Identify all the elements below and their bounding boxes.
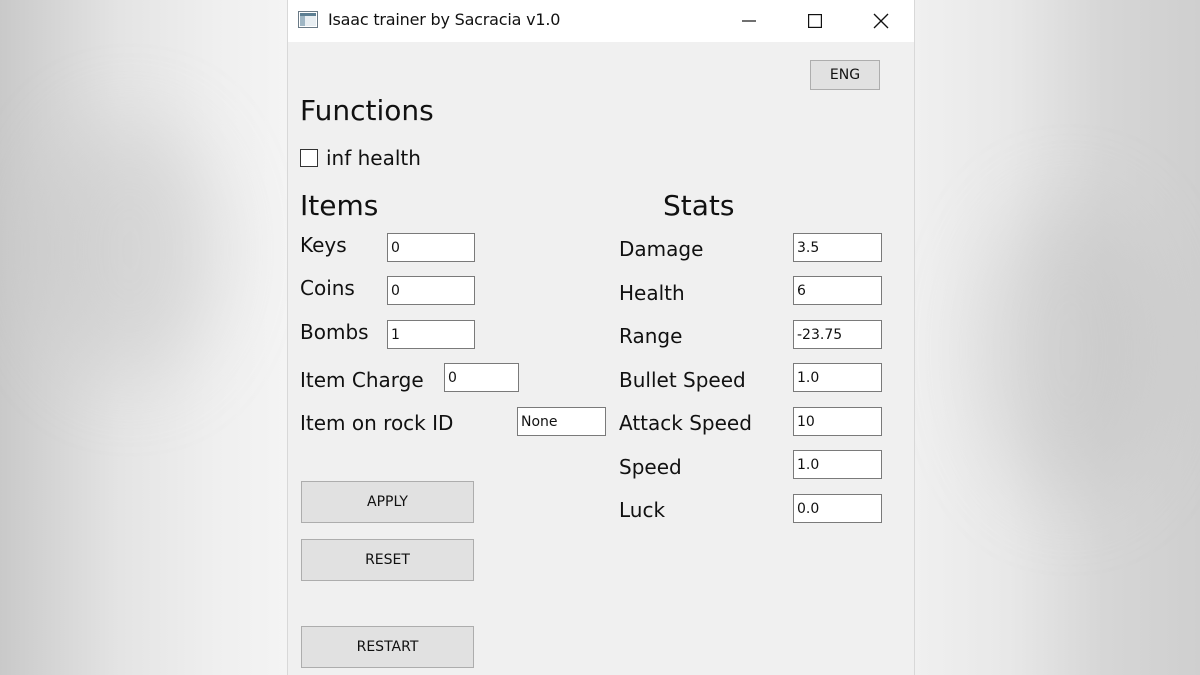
coins-label: Coins — [300, 276, 355, 300]
language-button[interactable]: ENG — [810, 60, 880, 90]
bombs-field[interactable] — [387, 320, 475, 349]
item-on-rock-id-input[interactable] — [521, 412, 602, 432]
apply-button[interactable]: APPLY — [301, 481, 474, 523]
bombs-input[interactable] — [391, 325, 471, 345]
bullet-speed-field[interactable] — [793, 363, 882, 392]
inf-health-label: inf health — [326, 146, 421, 170]
restart-button[interactable]: RESTART — [301, 626, 474, 668]
speed-label: Speed — [619, 455, 682, 479]
close-icon — [873, 13, 889, 29]
trainer-window: Isaac trainer by Sacracia v1.0 ENG Funct… — [287, 0, 915, 675]
speed-input[interactable] — [797, 455, 878, 475]
item-on-rock-id-label: Item on rock ID — [300, 411, 454, 435]
attack-speed-field[interactable] — [793, 407, 882, 436]
health-label: Health — [619, 281, 685, 305]
keys-field[interactable] — [387, 233, 475, 262]
item-charge-field[interactable] — [444, 363, 519, 392]
items-heading: Items — [300, 189, 379, 222]
speed-field[interactable] — [793, 450, 882, 479]
range-label: Range — [619, 324, 683, 348]
keys-label: Keys — [300, 233, 347, 257]
coins-input[interactable] — [391, 281, 471, 301]
luck-label: Luck — [619, 498, 666, 522]
minimize-icon — [742, 14, 756, 28]
keys-input[interactable] — [391, 238, 471, 258]
item-charge-input[interactable] — [448, 368, 515, 388]
close-button[interactable] — [848, 0, 914, 42]
range-field[interactable] — [793, 320, 882, 349]
attack-speed-label: Attack Speed — [619, 411, 752, 435]
range-input[interactable] — [797, 325, 878, 345]
damage-label: Damage — [619, 237, 704, 261]
minimize-button[interactable] — [716, 0, 782, 42]
maximize-button[interactable] — [782, 0, 848, 42]
damage-input[interactable] — [797, 238, 878, 258]
bullet-speed-input[interactable] — [797, 368, 878, 388]
maximize-icon — [808, 14, 822, 28]
functions-heading: Functions — [300, 94, 434, 127]
luck-input[interactable] — [797, 499, 878, 519]
item-charge-label: Item Charge — [300, 368, 424, 392]
bombs-label: Bombs — [300, 320, 369, 344]
coins-field[interactable] — [387, 276, 475, 305]
window-title: Isaac trainer by Sacracia v1.0 — [328, 10, 561, 29]
title-bar: Isaac trainer by Sacracia v1.0 — [288, 0, 914, 42]
luck-field[interactable] — [793, 494, 882, 523]
health-field[interactable] — [793, 276, 882, 305]
reset-button[interactable]: RESET — [301, 539, 474, 581]
inf-health-checkbox[interactable] — [300, 149, 318, 167]
app-icon — [298, 11, 318, 28]
item-on-rock-id-field[interactable] — [517, 407, 606, 436]
bullet-speed-label: Bullet Speed — [619, 368, 746, 392]
attack-speed-input[interactable] — [797, 412, 878, 432]
damage-field[interactable] — [793, 233, 882, 262]
stats-heading: Stats — [663, 189, 735, 222]
health-input[interactable] — [797, 281, 878, 301]
